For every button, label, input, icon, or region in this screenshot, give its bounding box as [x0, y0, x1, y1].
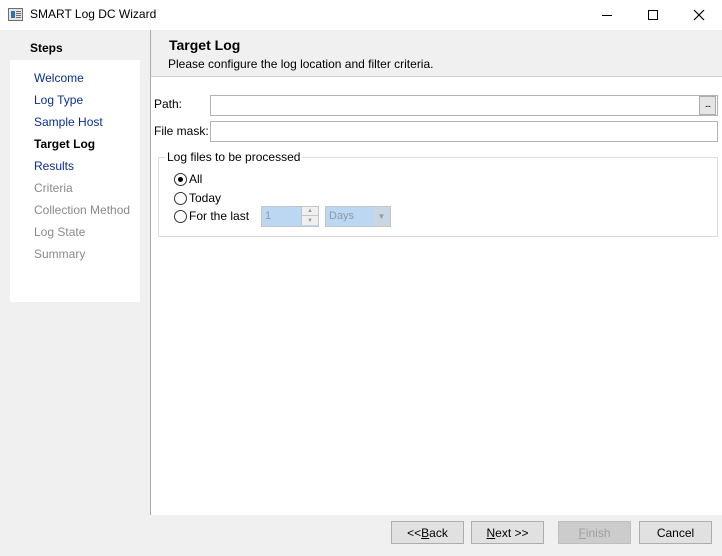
- path-input[interactable]: [210, 95, 718, 116]
- maximize-icon: [648, 10, 658, 20]
- last-count-spinner: 1 ▲ ▼: [261, 206, 319, 227]
- step-criteria: Criteria: [34, 181, 73, 195]
- step-summary: Summary: [34, 247, 86, 261]
- main-content: Path: ... File mask: Log files to be pro…: [150, 76, 722, 515]
- footer: << Back Next >> Finish Cancel: [0, 515, 722, 556]
- spin-down-icon: ▼: [301, 216, 318, 225]
- step-log-state: Log State: [34, 225, 86, 239]
- page-subtitle: Please configure the log location and fi…: [168, 57, 434, 71]
- chevron-down-icon: ▼: [373, 207, 390, 226]
- steps-list: Welcome Log Type Sample Host Target Log …: [10, 60, 140, 302]
- cancel-button[interactable]: Cancel: [639, 521, 712, 544]
- finish-button: Finish: [558, 521, 631, 544]
- step-collection-method: Collection Method: [34, 203, 131, 217]
- radio-all-option[interactable]: All: [174, 172, 202, 186]
- page-title: Target Log: [169, 37, 241, 53]
- radio-today[interactable]: [174, 191, 187, 205]
- step-log-type[interactable]: Log Type: [34, 93, 83, 107]
- radio-last-label: For the last: [189, 209, 250, 223]
- browse-button[interactable]: ...: [699, 96, 716, 115]
- radio-all[interactable]: [174, 172, 187, 186]
- filemask-input[interactable]: [210, 121, 718, 142]
- back-prefix: <<: [407, 525, 422, 540]
- radio-all-label: All: [189, 172, 203, 186]
- radio-last-option[interactable]: For the last: [174, 209, 249, 223]
- minimize-button[interactable]: [584, 0, 630, 30]
- finish-suffix: inish: [585, 525, 611, 540]
- filemask-label: File mask:: [154, 124, 209, 138]
- spin-up-icon: ▲: [301, 207, 318, 216]
- log-files-group: Log files to be processed All Today For …: [158, 150, 718, 237]
- last-count-value: 1: [265, 210, 272, 222]
- last-unit-select: Days ▼: [325, 206, 391, 227]
- last-unit-value: Days: [329, 210, 355, 222]
- app-icon: [8, 8, 23, 21]
- steps-heading: Steps: [30, 41, 63, 55]
- page-header: Target Log Please configure the log loca…: [150, 30, 722, 76]
- back-button[interactable]: << Back: [391, 521, 464, 544]
- next-suffix: ext >>: [495, 525, 529, 540]
- maximize-button[interactable]: [630, 0, 676, 30]
- close-icon: [693, 9, 705, 21]
- step-results[interactable]: Results: [34, 159, 74, 173]
- radio-for-the-last[interactable]: [174, 209, 187, 223]
- step-welcome[interactable]: Welcome: [34, 71, 84, 85]
- group-label: Log files to be processed: [165, 150, 303, 164]
- next-button[interactable]: Next >>: [471, 521, 544, 544]
- finish-accel: F: [578, 525, 586, 540]
- title-bar: SMART Log DC Wizard: [0, 0, 722, 30]
- step-sample-host[interactable]: Sample Host: [34, 115, 103, 129]
- steps-panel: Steps Welcome Log Type Sample Host Targe…: [0, 30, 150, 515]
- back-suffix: ack: [429, 525, 448, 540]
- path-label: Path:: [154, 97, 183, 111]
- close-button[interactable]: [676, 0, 722, 30]
- minimize-icon: [602, 14, 612, 16]
- next-accel: N: [486, 525, 496, 540]
- radio-today-label: Today: [189, 191, 222, 205]
- step-target-log: Target Log: [34, 137, 96, 151]
- back-accel: B: [421, 525, 430, 540]
- window-title: SMART Log DC Wizard: [30, 7, 157, 21]
- radio-today-option[interactable]: Today: [174, 191, 221, 205]
